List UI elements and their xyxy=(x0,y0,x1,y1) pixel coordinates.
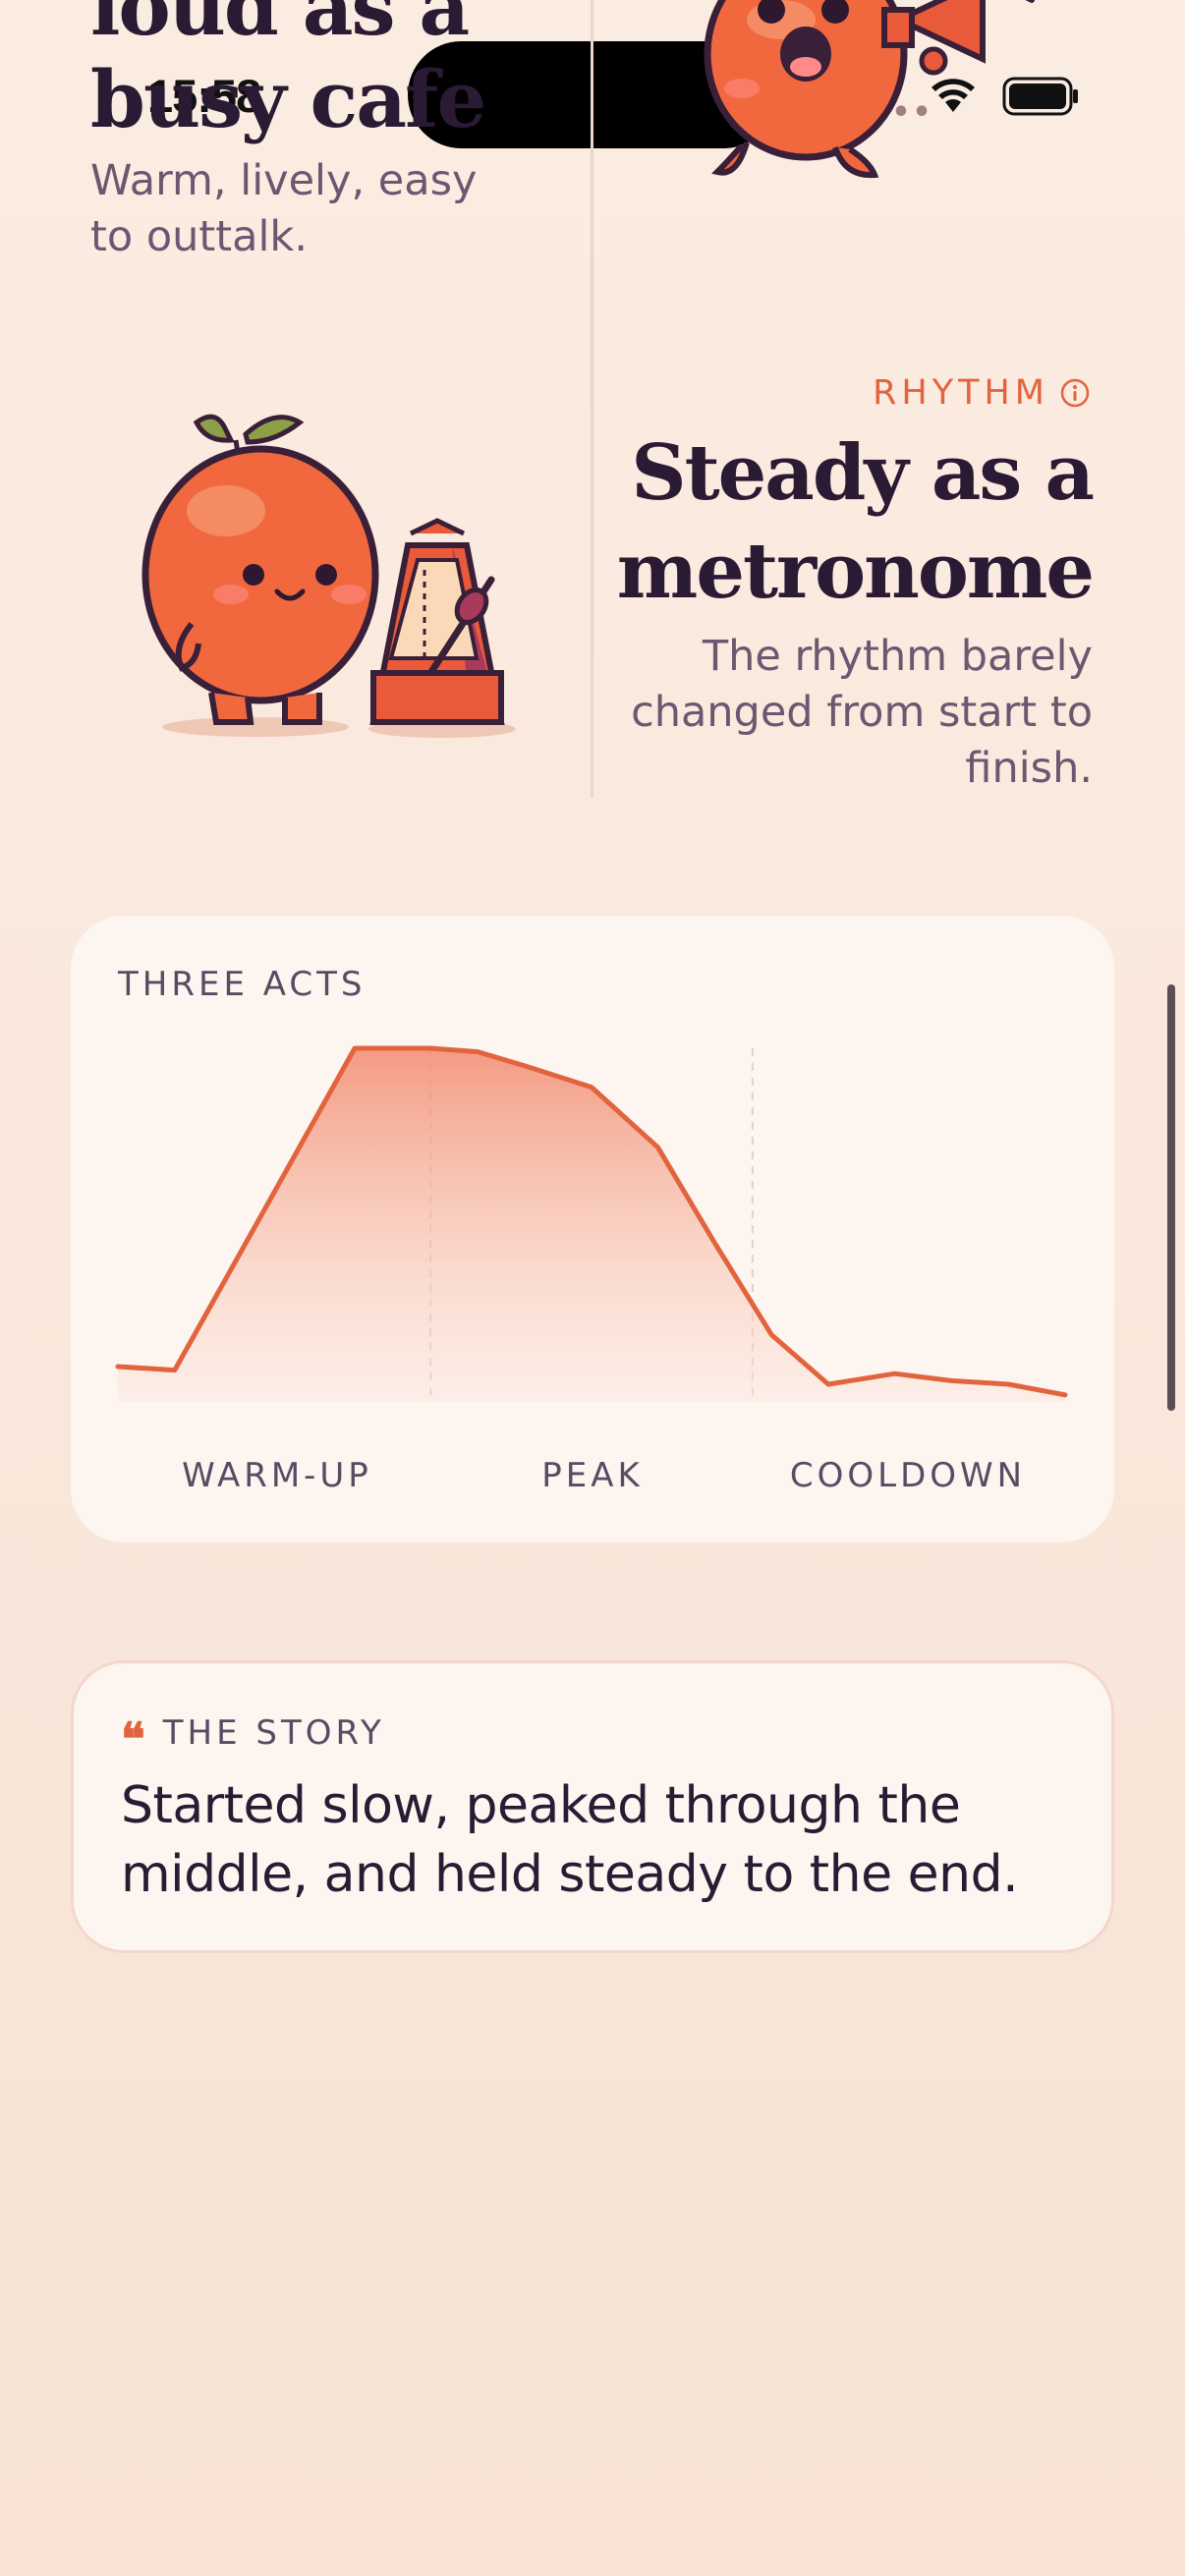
story-kicker-label: THE STORY xyxy=(162,1713,385,1753)
rhythm-kicker-label: RHYTHM xyxy=(873,373,1049,413)
peach-megaphone-illustration xyxy=(704,0,1035,179)
phase-label-peak: PEAK xyxy=(541,1456,644,1495)
three-acts-card: THREE ACTS WARM-UP PEAK COOLDOWN xyxy=(71,916,1114,1542)
quote-icon: ❝ xyxy=(121,1712,149,1765)
story-text: Started slow, peaked through the middle,… xyxy=(121,1776,1019,1904)
phase-label-warm-up: WARM-UP xyxy=(182,1456,372,1495)
chart-area-fill xyxy=(118,1048,1065,1402)
loud-title: loud as a busy cafe xyxy=(90,0,486,145)
loud-subtitle: Warm, lively, easy to outtalk. xyxy=(90,156,478,261)
rhythm-title: Steady as a metronome xyxy=(616,428,1095,616)
phase-label-cooldown: COOLDOWN xyxy=(789,1456,1027,1495)
scrollbar[interactable] xyxy=(1167,984,1175,1411)
info-icon[interactable] xyxy=(1059,377,1091,409)
story-kicker: ❝ THE STORY xyxy=(121,1712,385,1765)
rhythm-subtitle: The rhythm barely changed from start to … xyxy=(631,632,1093,793)
peach-metronome-illustration xyxy=(141,414,516,738)
three-acts-chart xyxy=(115,1045,1068,1402)
story-card: ❝ THE STORY Started slow, peaked through… xyxy=(71,1660,1114,1953)
rhythm-kicker: RHYTHM xyxy=(873,373,1091,413)
